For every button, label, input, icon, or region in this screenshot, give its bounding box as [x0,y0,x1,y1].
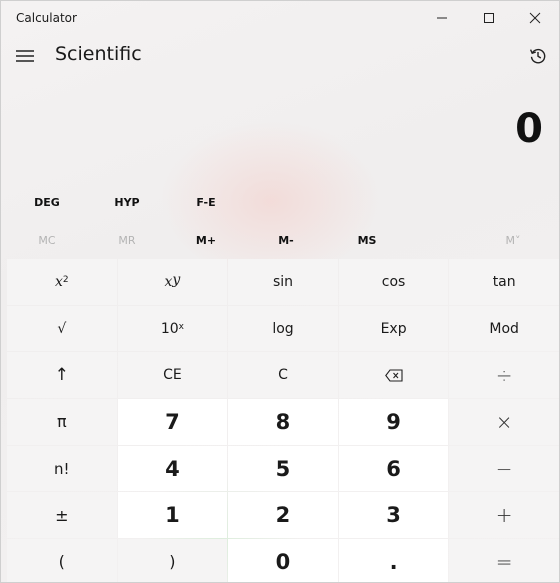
multiply-button[interactable]: × [449,399,559,445]
factorial-button[interactable]: n! [7,445,117,492]
x-power-y-exponent: y [172,271,181,288]
app-header: Scientific [1,35,559,77]
history-button[interactable] [525,43,551,69]
ten-power-base: 10 [160,320,179,337]
history-icon [529,48,546,64]
negate-button[interactable]: ± [7,492,117,539]
divide-button[interactable]: ÷ [449,352,559,399]
sin-button[interactable]: sin [228,259,338,305]
log-button[interactable]: log [228,305,338,352]
cos-button[interactable]: cos [338,259,449,305]
fe-button[interactable]: F-E [174,188,238,216]
x-squared-base: x [54,273,63,290]
ten-power-x-button[interactable]: 10 x [117,305,228,352]
calculator-window: Calculator Scientific 0 DEG HYP F-E MC M… [0,0,560,583]
left-paren-button[interactable]: ( [7,539,117,582]
close-button[interactable] [512,1,558,35]
mod-button[interactable]: Mod [449,305,559,352]
equals-button[interactable]: = [449,539,559,582]
plus-symbol: + [495,503,513,528]
minimize-button[interactable] [419,1,465,35]
digit-5-button[interactable]: 5 [228,445,338,492]
digit-2-button[interactable]: 2 [228,492,338,539]
ten-power-exponent: x [178,321,184,332]
divide-symbol: ÷ [495,363,513,388]
result-display: 0 [515,106,543,152]
memory-store-button[interactable]: MS [327,227,407,253]
maximize-button[interactable] [466,1,512,35]
tan-button[interactable]: tan [449,259,559,305]
digit-4-button[interactable]: 4 [117,445,228,492]
minimize-icon [437,17,447,19]
multiply-symbol: × [495,409,513,434]
digit-6-button[interactable]: 6 [338,445,449,492]
x-squared-exponent: 2 [62,274,69,285]
x-squared-button[interactable]: x2 [7,259,117,305]
equals-symbol: = [495,549,513,574]
memory-subtract-button[interactable]: M- [246,227,326,253]
maximize-icon [484,13,494,23]
minus-symbol: − [495,456,513,481]
digit-8-button[interactable]: 8 [228,399,338,445]
digit-9-button[interactable]: 9 [338,399,449,445]
clear-entry-button[interactable]: CE [117,352,228,399]
digit-3-button[interactable]: 3 [338,492,449,539]
deg-button[interactable]: DEG [15,188,79,216]
memory-list-button[interactable]: M˅ [473,227,553,253]
title-bar[interactable]: Calculator [1,1,559,35]
keypad: x2 xy sin cos tan √ 10 x log Exp Mod ↑ CE… [7,259,559,582]
backspace-button[interactable] [338,352,449,399]
backspace-icon [384,369,403,382]
right-paren-button[interactable]: ) [117,539,228,582]
navigation-menu-button[interactable] [14,45,36,67]
shift-up-button[interactable]: ↑ [7,352,117,399]
mode-title: Scientific [55,43,142,65]
exp-button[interactable]: Exp [338,305,449,352]
x-power-y-button[interactable]: xy [117,259,228,305]
memory-add-button[interactable]: M+ [166,227,246,253]
add-button[interactable]: + [449,492,559,539]
digit-0-button[interactable]: 0 [228,539,338,582]
hyp-button[interactable]: HYP [95,188,159,216]
square-root-button[interactable]: √ [7,305,117,352]
memory-recall-button[interactable]: MR [87,227,167,253]
hamburger-icon [16,50,34,62]
window-title: Calculator [16,11,77,25]
clear-button[interactable]: C [228,352,338,399]
digit-7-button[interactable]: 7 [117,399,228,445]
close-icon [529,12,541,24]
decimal-button[interactable]: . [338,539,449,582]
angle-toolbar: DEG HYP F-E [1,188,559,216]
memory-clear-button[interactable]: MC [7,227,87,253]
memory-toolbar: MC MR M+ M- MS M˅ [1,227,559,253]
pi-button[interactable]: π [7,399,117,445]
digit-1-button[interactable]: 1 [117,492,228,539]
subtract-button[interactable]: − [449,445,559,492]
